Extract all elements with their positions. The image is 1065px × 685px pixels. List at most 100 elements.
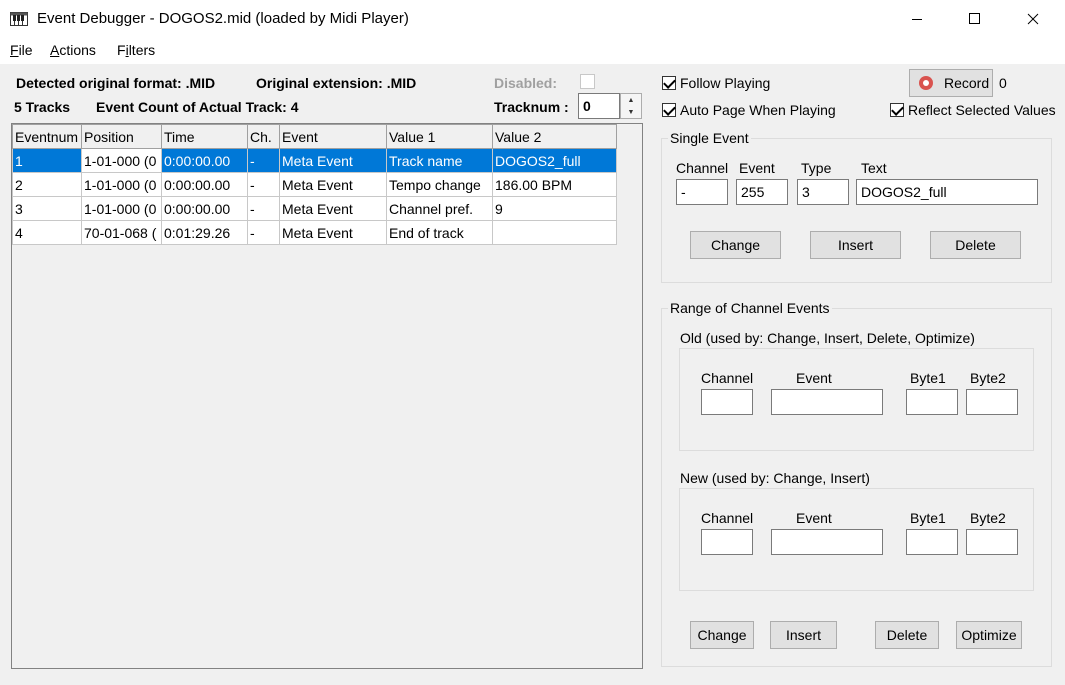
table-cell: Track name — [386, 148, 493, 173]
disabled-checkbox[interactable] — [580, 74, 595, 89]
table-row[interactable]: 1 1-01-000 (0 0:00:00.00 - Meta Event Tr… — [12, 148, 617, 173]
disabled-label: Disabled: — [494, 75, 558, 91]
table-cell: 2 — [12, 172, 82, 197]
new-event-input[interactable] — [771, 529, 883, 555]
table-cell: - — [247, 196, 280, 221]
table-cell: - — [247, 148, 280, 173]
event-grid[interactable]: Eventnum Position Time Ch. Event Value 1… — [11, 123, 643, 669]
original-extension-label: Original extension: .MID — [256, 75, 417, 91]
column-header[interactable]: Value 1 — [386, 124, 493, 149]
table-row[interactable]: 4 70-01-068 ( 0:01:29.26 - Meta Event En… — [12, 220, 617, 245]
spin-down-icon[interactable]: ▼ — [621, 106, 641, 118]
column-header[interactable]: Time — [161, 124, 248, 149]
table-cell: 0:00:00.00 — [161, 148, 248, 173]
tracknum-input[interactable] — [578, 93, 620, 119]
column-header[interactable]: Eventnum — [12, 124, 82, 149]
table-cell: Channel pref. — [386, 196, 493, 221]
table-row[interactable]: 3 1-01-000 (0 0:00:00.00 - Meta Event Ch… — [12, 196, 617, 221]
range-optimize-button[interactable]: Optimize — [956, 621, 1022, 649]
detected-format-label: Detected original format: .MID — [16, 75, 216, 91]
new-event-label: Event — [796, 510, 832, 526]
column-header[interactable]: Ch. — [247, 124, 280, 149]
single-change-button[interactable]: Change — [690, 231, 781, 259]
auto-page-label: Auto Page When Playing — [680, 102, 836, 118]
single-channel-label: Channel — [676, 160, 729, 176]
follow-playing-checkbox[interactable] — [662, 76, 676, 90]
record-button[interactable]: Record — [909, 69, 993, 97]
table-cell: - — [247, 220, 280, 245]
table-row[interactable]: 2 1-01-000 (0 0:00:00.00 - Meta Event Te… — [12, 172, 617, 197]
single-insert-button[interactable]: Insert — [810, 231, 901, 259]
column-header[interactable]: Event — [279, 124, 387, 149]
single-type-label: Type — [801, 160, 832, 176]
single-event-label: Event — [739, 160, 775, 176]
new-byte2-input[interactable] — [966, 529, 1018, 555]
new-title: New (used by: Change, Insert) — [680, 470, 870, 486]
menu-file[interactable]: File — [10, 42, 33, 58]
menu-filters[interactable]: Filters — [117, 42, 155, 58]
old-event-input[interactable] — [771, 389, 883, 415]
single-type-input[interactable] — [797, 179, 849, 205]
range-change-button[interactable]: Change — [690, 621, 754, 649]
single-text-label: Text — [861, 160, 887, 176]
minimize-icon — [912, 19, 922, 20]
range-title: Range of Channel Events — [668, 300, 832, 316]
close-button[interactable] — [1004, 0, 1062, 38]
new-channel-label: Channel — [701, 510, 754, 526]
new-channel-input[interactable] — [701, 529, 753, 555]
range-delete-button[interactable]: Delete — [875, 621, 939, 649]
tracks-label: 5 Tracks — [14, 99, 71, 115]
range-insert-button[interactable]: Insert — [770, 621, 837, 649]
column-header[interactable]: Position — [81, 124, 162, 149]
table-cell: 186.00 BPM — [492, 172, 617, 197]
table-cell: 1-01-000 (0 — [81, 196, 162, 221]
old-byte2-input[interactable] — [966, 389, 1018, 415]
tracknum-spinner[interactable]: ▲ ▼ — [620, 93, 642, 119]
record-label: Record — [944, 75, 990, 91]
reflect-selected-label: Reflect Selected Values — [908, 102, 1056, 118]
old-byte1-input[interactable] — [906, 389, 958, 415]
new-byte2-label: Byte2 — [970, 510, 1006, 526]
reflect-selected-checkbox[interactable] — [890, 103, 904, 117]
single-channel-input[interactable] — [676, 179, 728, 205]
old-byte2-label: Byte2 — [970, 370, 1006, 386]
table-cell: Meta Event — [279, 148, 387, 173]
old-event-label: Event — [796, 370, 832, 386]
menu-bar — [0, 38, 1065, 64]
table-cell: 0:01:29.26 — [161, 220, 248, 245]
new-byte1-input[interactable] — [906, 529, 958, 555]
table-cell: 0:00:00.00 — [161, 196, 248, 221]
single-delete-button[interactable]: Delete — [930, 231, 1021, 259]
table-cell: DOGOS2_full — [492, 148, 617, 173]
single-text-input[interactable] — [856, 179, 1038, 205]
event-count-label: Event Count of Actual Track: 4 — [96, 99, 299, 115]
table-cell — [492, 220, 617, 245]
table-cell: 70-01-068 ( — [81, 220, 162, 245]
minimize-button[interactable] — [888, 0, 946, 38]
table-cell: Meta Event — [279, 196, 387, 221]
table-cell: 1-01-000 (0 — [81, 148, 162, 173]
table-cell: Meta Event — [279, 220, 387, 245]
old-title: Old (used by: Change, Insert, Delete, Op… — [680, 330, 975, 346]
table-cell: 4 — [12, 220, 82, 245]
record-icon — [919, 76, 933, 90]
table-cell: 3 — [12, 196, 82, 221]
maximize-button[interactable] — [946, 0, 1004, 38]
follow-playing-label: Follow Playing — [680, 75, 771, 91]
old-byte1-label: Byte1 — [910, 370, 946, 386]
tracknum-label: Tracknum : — [494, 99, 569, 115]
table-cell: - — [247, 172, 280, 197]
spin-up-icon[interactable]: ▲ — [621, 94, 641, 106]
column-header[interactable]: Value 2 — [492, 124, 617, 149]
window-title: Event Debugger - DOGOS2.mid (loaded by M… — [37, 10, 409, 27]
menu-actions[interactable]: Actions — [50, 42, 96, 58]
table-cell: 1 — [12, 148, 82, 173]
maximize-icon — [969, 13, 980, 24]
piano-icon — [10, 10, 28, 28]
single-event-input[interactable] — [736, 179, 788, 205]
new-byte1-label: Byte1 — [910, 510, 946, 526]
old-channel-input[interactable] — [701, 389, 753, 415]
table-cell: 0:00:00.00 — [161, 172, 248, 197]
table-cell: 9 — [492, 196, 617, 221]
auto-page-checkbox[interactable] — [662, 103, 676, 117]
